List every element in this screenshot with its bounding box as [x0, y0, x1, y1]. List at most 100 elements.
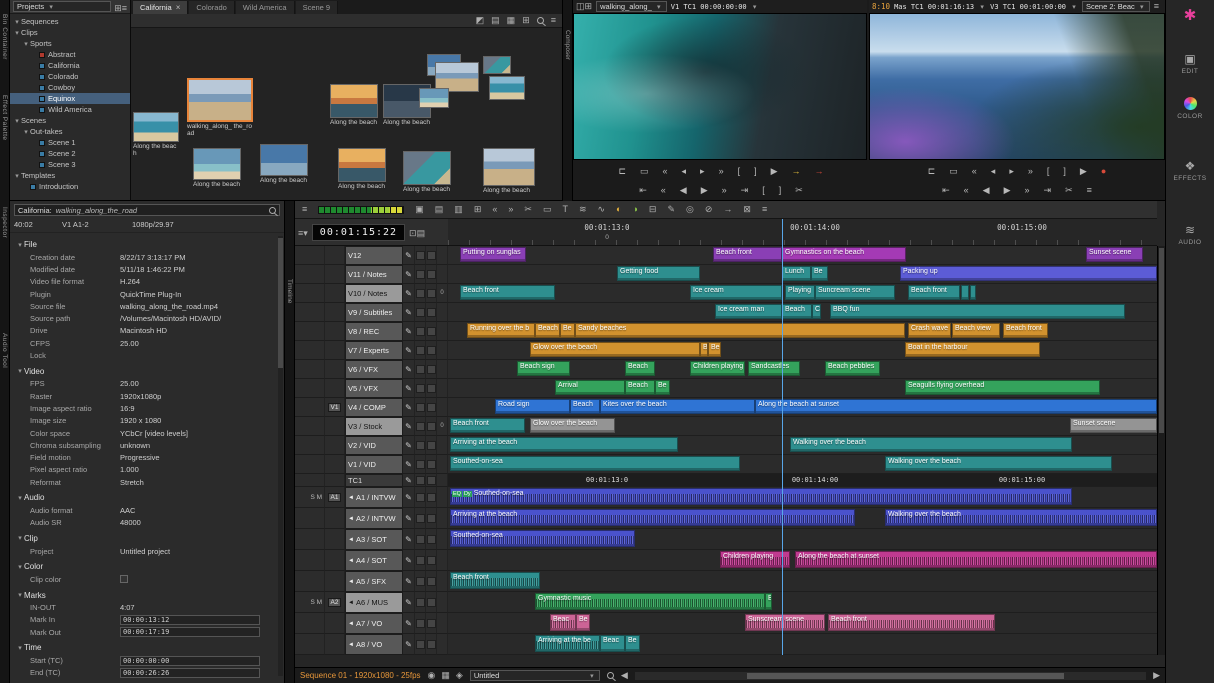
- timeline-clip[interactable]: Southed-on-sea: [450, 456, 740, 471]
- search-input[interactable]: walking_along_the_road: [56, 206, 265, 215]
- timeline-clip[interactable]: Beach: [535, 323, 560, 338]
- track-lock-button[interactable]: [426, 474, 437, 487]
- timeline-clip[interactable]: Putting on sunglas: [460, 247, 526, 262]
- timeline-clip[interactable]: Children playing: [690, 361, 745, 376]
- track-solo-mute[interactable]: [295, 284, 325, 303]
- source-monitor-image[interactable]: [573, 13, 867, 160]
- track-selector-a2[interactable]: ◄A2 / INTVW: [345, 508, 403, 529]
- step-forward-1-frame-button[interactable]: ▶: [701, 186, 708, 195]
- track-solo-mute[interactable]: [295, 529, 325, 550]
- timeline-clip[interactable]: Getting food: [617, 266, 700, 281]
- timeline-clip[interactable]: Sunset scene: [1070, 418, 1157, 433]
- track-solo-mute[interactable]: [295, 322, 325, 341]
- track-monitor-button[interactable]: [415, 634, 426, 655]
- play-button[interactable]: ▶: [1080, 167, 1087, 176]
- track-lane-a2[interactable]: Arriving at the beachWalking over the be…: [448, 508, 1157, 529]
- grid-view-icon[interactable]: ⊞: [585, 2, 593, 11]
- chevron-down-icon[interactable]: ▾: [978, 3, 986, 11]
- audio-quality-toggle[interactable]: ◑: [632, 205, 637, 214]
- track-solo-mute[interactable]: [295, 634, 325, 655]
- inspector-scrollbar[interactable]: [278, 236, 283, 676]
- track-solo-mute[interactable]: [295, 474, 325, 487]
- tree-item-colorado[interactable]: Colorado: [10, 71, 130, 82]
- pencil-icon[interactable]: ✎: [403, 592, 415, 613]
- track-selector-tc1[interactable]: TC1: [345, 474, 403, 487]
- section-audio[interactable]: ▾Audio: [10, 491, 284, 504]
- clear-marks-button[interactable]: ]: [779, 186, 782, 195]
- bin-clip[interactable]: Along the beach: [403, 151, 451, 193]
- track-selector-v3[interactable]: V3 / Stock: [345, 417, 403, 436]
- bin-frame-view[interactable]: Along the beachwalking_along_ the_roadAl…: [131, 28, 562, 200]
- close-icon[interactable]: ×: [176, 3, 181, 12]
- track-monitor-button[interactable]: [415, 455, 426, 474]
- track-monitor-button[interactable]: [415, 341, 426, 360]
- toggle-source-record-button[interactable]: ▭: [949, 167, 958, 176]
- timeline-ruler[interactable]: 00:01:13:000:01:14:0000:01:15:000: [448, 219, 1157, 246]
- track-lane-a6[interactable]: Gymnastic musicB: [448, 592, 1157, 613]
- track-selector-a3[interactable]: ◄A3 / SOT: [345, 529, 403, 550]
- tool-color[interactable]: COLOR: [1177, 97, 1203, 120]
- track-selector-v5[interactable]: V5 / VFX: [345, 379, 403, 398]
- text-tool[interactable]: T: [562, 205, 568, 214]
- pencil-icon[interactable]: ✎: [403, 508, 415, 529]
- search-icon[interactable]: [269, 207, 276, 214]
- pencil-icon[interactable]: ✎: [403, 474, 415, 487]
- track-monitor-button[interactable]: [415, 487, 426, 508]
- record-monitor-image[interactable]: [869, 13, 1165, 160]
- search-icon[interactable]: [537, 17, 544, 24]
- track-lane-v4[interactable]: Road signBeachKites over the beachAlong …: [448, 398, 1157, 417]
- track-monitor-button[interactable]: [415, 265, 426, 284]
- track-solo-mute[interactable]: [295, 417, 325, 436]
- timecode-display-menu-icon[interactable]: ▾: [303, 229, 308, 238]
- bin-tab-california[interactable]: California×: [133, 1, 188, 14]
- track-lane-v3[interactable]: Beach frontGlow over the beachSunset sce…: [448, 417, 1157, 436]
- step-forward-button[interactable]: ▸: [700, 167, 705, 176]
- timeline-clip[interactable]: Seagulls flying overhead: [905, 380, 1100, 395]
- track-solo-mute[interactable]: [295, 360, 325, 379]
- track-view-icon[interactable]: ▦: [441, 671, 450, 680]
- timeline-clip[interactable]: Be: [560, 323, 575, 338]
- step-forward-1-frame-button[interactable]: ▶: [1004, 186, 1011, 195]
- track-solo-mute[interactable]: [295, 265, 325, 284]
- go-to-next-edit-button[interactable]: »: [1025, 186, 1030, 195]
- mark-clip-button[interactable]: [: [762, 186, 765, 195]
- go-to-start-button[interactable]: ⇤: [942, 186, 950, 195]
- timeline-clip[interactable]: Beach front: [713, 247, 782, 262]
- chevron-down-icon[interactable]: ▾: [13, 29, 21, 37]
- column-view-icon[interactable]: ▦: [507, 16, 516, 25]
- timeline-clip[interactable]: C: [812, 304, 821, 319]
- timeline-clip[interactable]: Crash wave: [908, 323, 951, 338]
- track-lock-button[interactable]: [426, 550, 437, 571]
- new-bin-icon[interactable]: ⊞: [114, 4, 122, 13]
- clip-color-toggle-icon[interactable]: ◉: [428, 671, 436, 680]
- timeline-clip[interactable]: Beach: [625, 361, 655, 376]
- audio-waveform-toggle[interactable]: ≋: [579, 205, 587, 214]
- tool-quick-access[interactable]: ✱: [1184, 8, 1197, 23]
- track-selector-a6[interactable]: ◄A6 / MUS: [345, 592, 403, 613]
- pencil-icon[interactable]: ✎: [403, 550, 415, 571]
- mark-in-button[interactable]: [: [1047, 167, 1050, 176]
- split-view-icon[interactable]: ◫: [576, 2, 585, 11]
- track-monitor-button[interactable]: [415, 246, 426, 265]
- section-time[interactable]: ▾Time: [10, 641, 284, 654]
- timeline-clip[interactable]: Sandy beaches: [575, 323, 905, 338]
- track-selector-a1[interactable]: ◄A1 / INTVW: [345, 487, 403, 508]
- track-lane-v1[interactable]: Southed-on-seaWalking over the beach: [448, 455, 1157, 474]
- track-monitor-button[interactable]: [415, 322, 426, 341]
- step-back-1-frame-button[interactable]: ◀: [680, 186, 687, 195]
- timeline-clip[interactable]: Running over the b: [467, 323, 535, 338]
- track-lock-button[interactable]: [426, 436, 437, 455]
- timeline-clip[interactable]: Suncream scene: [815, 285, 895, 300]
- timeline-clip[interactable]: Ice cream man: [715, 304, 782, 319]
- pencil-icon[interactable]: ✎: [403, 634, 415, 655]
- track-lane-v8[interactable]: Running over the bBeachBeSandy beachesCr…: [448, 322, 1157, 341]
- track-lock-button[interactable]: [426, 265, 437, 284]
- timeline-clip[interactable]: Kites over the beach: [600, 399, 755, 414]
- timeline-clip[interactable]: Ice cream: [690, 285, 782, 300]
- track-lock-button[interactable]: [426, 303, 437, 322]
- chevron-down-icon[interactable]: ▾: [751, 3, 759, 11]
- master-timecode[interactable]: Mas TC1 00:01:16:13: [894, 3, 974, 11]
- step-back-button[interactable]: ◂: [682, 167, 687, 176]
- timeline-clip[interactable]: Be: [708, 342, 721, 357]
- track-selector-v11[interactable]: V11 / Notes: [345, 265, 403, 284]
